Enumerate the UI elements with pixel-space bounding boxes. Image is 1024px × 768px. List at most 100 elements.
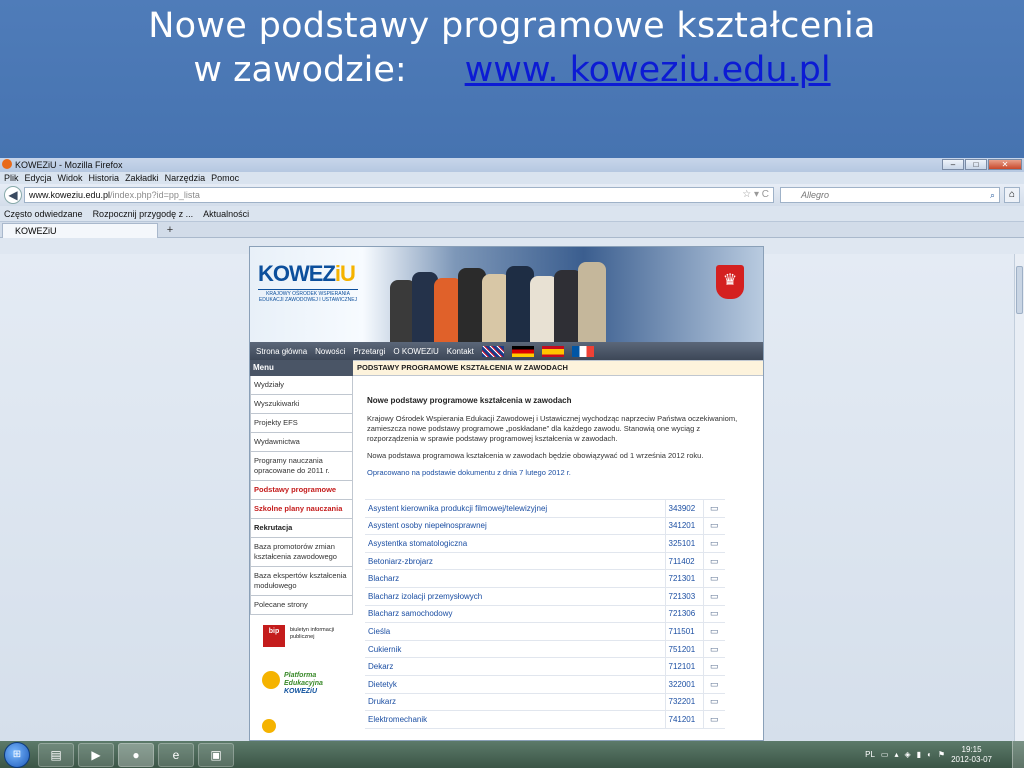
document-icon[interactable]: ▭: [703, 586, 725, 606]
volume-icon[interactable]: ◐: [927, 750, 932, 759]
search-icon[interactable]: ⌕: [990, 188, 995, 202]
explorer-icon[interactable]: ▤: [38, 743, 74, 767]
profession-code[interactable]: 712101: [665, 657, 704, 676]
document-icon[interactable]: ▭: [703, 639, 725, 659]
menu-item-efs-projects[interactable]: Projekty EFS: [250, 414, 353, 433]
document-icon[interactable]: ▭: [703, 534, 725, 553]
internet-explorer-icon[interactable]: e: [158, 743, 194, 767]
document-icon[interactable]: ▭: [703, 551, 725, 571]
tab-koweziu[interactable]: KOWEZiU: [2, 223, 158, 238]
menu-item-recruitment[interactable]: Rekrutacja: [250, 519, 353, 538]
menu-historia[interactable]: Historia: [89, 172, 120, 184]
profession-name[interactable]: Dietetyk: [365, 674, 666, 694]
document-icon[interactable]: ▭: [703, 499, 725, 518]
menu-item-search-engines[interactable]: Wyszukiwarki: [250, 395, 353, 414]
bip-banner[interactable]: bip biuletyn informacji publicznej: [260, 625, 348, 655]
clock[interactable]: 19:15 2012-03-07: [951, 745, 992, 765]
slide-url-link[interactable]: www. koweziu.edu.pl: [465, 50, 831, 90]
flag-fr-icon[interactable]: [571, 345, 594, 357]
start-button[interactable]: ⊞: [4, 742, 30, 768]
profession-code[interactable]: 721306: [665, 604, 704, 624]
keyboard-icon[interactable]: ▭: [881, 750, 889, 759]
scrollbar-thumb[interactable]: [1016, 266, 1023, 314]
network-icon[interactable]: ▮: [917, 750, 921, 759]
document-icon[interactable]: ▭: [703, 622, 725, 641]
url-bar[interactable]: www.koweziu.edu.pl/index.php?id=pp_lista…: [24, 187, 774, 203]
menu-pomoc[interactable]: Pomoc: [211, 172, 239, 184]
profession-code[interactable]: 341201: [665, 516, 704, 536]
new-tab-button[interactable]: +: [162, 223, 178, 237]
menu-item-school-plans[interactable]: Szkolne plany nauczania: [250, 500, 353, 519]
profession-code[interactable]: 711402: [665, 551, 704, 571]
profession-code[interactable]: 741201: [665, 710, 704, 729]
profession-name[interactable]: Dekarz: [365, 657, 666, 676]
source-document-link[interactable]: Opracowano na podstawie dokumentu z dnia…: [367, 468, 751, 477]
nav-news[interactable]: Nowości: [315, 347, 345, 356]
bookmark-news[interactable]: Aktualności: [203, 206, 249, 221]
maximize-button[interactable]: □: [965, 159, 987, 170]
document-icon[interactable]: ▭: [703, 604, 725, 624]
profession-name[interactable]: Blacharz: [365, 569, 666, 588]
partial-banner[interactable]: [260, 719, 348, 733]
menu-zakladki[interactable]: Zakładki: [125, 172, 159, 184]
menu-item-experts-database[interactable]: Baza ekspertów kształcenia modułowego: [250, 567, 353, 596]
search-bar[interactable]: Allegro ⌕: [780, 187, 1000, 203]
menu-narzedzia[interactable]: Narzędzia: [165, 172, 206, 184]
menu-item-core-curricula[interactable]: Podstawy programowe: [250, 481, 353, 500]
language-indicator[interactable]: PL: [865, 750, 875, 759]
bookmark-often-visited[interactable]: Często odwiedzane: [4, 206, 83, 221]
security-icon[interactable]: ◈: [905, 750, 911, 759]
menu-item-departments[interactable]: Wydziały: [250, 376, 353, 395]
profession-code[interactable]: 721301: [665, 569, 704, 588]
document-icon[interactable]: ▭: [703, 516, 725, 536]
nav-about[interactable]: O KOWEZiU: [393, 347, 438, 356]
firefox-taskbar-icon[interactable]: ●: [118, 743, 154, 767]
profession-code[interactable]: 325101: [665, 534, 704, 553]
flag-de-icon[interactable]: [511, 345, 534, 357]
menu-item-curricula-2011[interactable]: Programy nauczania opracowane do 2011 r.: [250, 452, 353, 481]
home-icon[interactable]: ⌂: [1004, 187, 1020, 203]
nav-tenders[interactable]: Przetargi: [353, 347, 385, 356]
document-icon[interactable]: ▭: [703, 674, 725, 694]
vertical-scrollbar[interactable]: [1014, 254, 1024, 741]
bookmark-get-started[interactable]: Rozpocznij przygodę z ...: [93, 206, 194, 221]
flag-icon[interactable]: ⚑: [938, 750, 945, 759]
profession-code[interactable]: 711501: [665, 622, 704, 641]
show-desktop-button[interactable]: [1012, 741, 1024, 768]
menu-item-publications[interactable]: Wydawnictwa: [250, 433, 353, 452]
profession-code[interactable]: 343902: [665, 499, 704, 518]
close-button[interactable]: ✕: [988, 159, 1022, 170]
profession-name[interactable]: Asystent kierownika produkcji filmowej/t…: [365, 499, 666, 518]
menu-item-recommended-sites[interactable]: Polecane strony: [250, 596, 353, 615]
profession-name[interactable]: Asystent osoby niepełnosprawnej: [365, 516, 666, 536]
menu-edycja[interactable]: Edycja: [25, 172, 52, 184]
profession-name[interactable]: Asystentka stomatologiczna: [365, 534, 666, 553]
back-arrow-icon[interactable]: ◀: [4, 186, 22, 204]
koweziu-logo[interactable]: KOWEZiU KRAJOWY OŚRODEK WSPIERANIA EDUKA…: [258, 261, 358, 317]
platform-banner[interactable]: Platforma Edukacyjna KOWEZiU: [260, 669, 348, 703]
bookmark-star-icon[interactable]: ☆ ▾ C: [742, 188, 769, 202]
profession-code[interactable]: 721303: [665, 586, 704, 606]
document-icon[interactable]: ▭: [703, 569, 725, 588]
media-player-icon[interactable]: ▶: [78, 743, 114, 767]
profession-name[interactable]: Cieśla: [365, 622, 666, 641]
flag-gb-icon[interactable]: [481, 345, 504, 357]
document-icon[interactable]: ▭: [703, 657, 725, 676]
minimize-button[interactable]: –: [942, 159, 964, 170]
document-icon[interactable]: ▭: [703, 710, 725, 729]
profession-name[interactable]: Drukarz: [365, 692, 666, 712]
powerpoint-icon[interactable]: ▣: [198, 743, 234, 767]
profession-name[interactable]: Blacharz izolacji przemysłowych: [365, 586, 666, 606]
nav-contact[interactable]: Kontakt: [447, 347, 474, 356]
profession-name[interactable]: Betoniarz-zbrojarz: [365, 551, 666, 571]
menu-plik[interactable]: Plik: [4, 172, 19, 184]
profession-name[interactable]: Cukiernik: [365, 639, 666, 659]
nav-home[interactable]: Strona główna: [256, 347, 307, 356]
profession-code[interactable]: 732201: [665, 692, 704, 712]
profession-code[interactable]: 322001: [665, 674, 704, 694]
menu-item-promoters-database[interactable]: Baza promotorów zmian kształcenia zawodo…: [250, 538, 353, 567]
document-icon[interactable]: ▭: [703, 692, 725, 712]
tray-expand-icon[interactable]: ▴: [894, 750, 898, 759]
flag-es-icon[interactable]: [541, 345, 564, 357]
menu-widok[interactable]: Widok: [58, 172, 83, 184]
